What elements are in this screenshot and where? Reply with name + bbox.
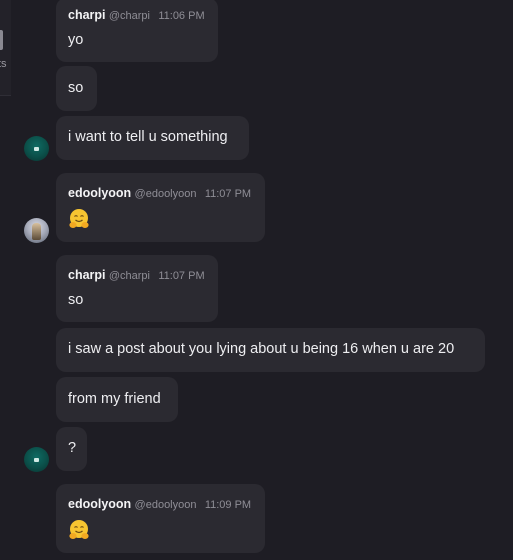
author-name[interactable]: edoolyoon	[68, 497, 131, 511]
message-bubble[interactable]: charpi @charpi 11:06 PM yo	[56, 0, 218, 62]
message-time: 11:09 PM	[204, 499, 252, 511]
message-header: charpi @charpi 11:06 PM	[68, 8, 205, 22]
message-bubble[interactable]: edoolyoon @edoolyoon 11:09 PM	[56, 484, 265, 553]
edoolyoon-avatar[interactable]	[24, 218, 49, 243]
message-bubble[interactable]: i want to tell u something	[56, 116, 249, 160]
hugging-face-emoji	[69, 520, 89, 539]
avatar-detail	[32, 223, 41, 240]
avatar-detail	[34, 147, 39, 151]
panel-label-fragment: ts	[0, 58, 7, 70]
message-bubble[interactable]: ?	[56, 427, 87, 471]
message-bubble[interactable]: charpi @charpi 11:07 PM so	[56, 255, 218, 322]
charpi-avatar[interactable]	[24, 447, 49, 472]
message-text: i want to tell u something	[68, 129, 228, 145]
message-time: 11:07 PM	[158, 270, 205, 282]
message-header: edoolyoon @edoolyoon 11:09 PM	[68, 497, 251, 511]
message-bubble[interactable]: i saw a post about you lying about u bei…	[56, 328, 485, 372]
message-text: so	[68, 80, 84, 96]
author-handle: @charpi	[108, 10, 150, 22]
hugging-face-emoji	[69, 209, 89, 228]
message-bubble[interactable]: so	[56, 66, 97, 111]
chat-window: ts charpi @charpi 11:06 PM yo so i want …	[0, 0, 513, 560]
message-time: 11:06 PM	[158, 10, 205, 22]
author-handle: @edoolyoon	[134, 499, 197, 511]
message-text: yo	[68, 32, 84, 48]
author-name[interactable]: edoolyoon	[68, 186, 131, 200]
message-text: from my friend	[68, 391, 161, 407]
message-text: so	[68, 292, 84, 308]
panel-icon	[0, 30, 3, 50]
author-name[interactable]: charpi	[68, 8, 106, 22]
author-handle: @charpi	[108, 270, 150, 282]
message-time: 11:07 PM	[204, 188, 252, 200]
message-header: edoolyoon @edoolyoon 11:07 PM	[68, 186, 251, 200]
charpi-avatar[interactable]	[24, 136, 49, 161]
left-panel-fragment: ts	[0, 0, 11, 96]
author-name[interactable]: charpi	[68, 268, 106, 282]
message-text: ?	[68, 440, 77, 456]
avatar-detail	[34, 458, 39, 462]
message-bubble[interactable]: from my friend	[56, 377, 178, 422]
message-text: i saw a post about you lying about u bei…	[68, 341, 455, 357]
message-header: charpi @charpi 11:07 PM	[68, 268, 205, 282]
author-handle: @edoolyoon	[134, 188, 197, 200]
message-bubble[interactable]: edoolyoon @edoolyoon 11:07 PM	[56, 173, 265, 242]
